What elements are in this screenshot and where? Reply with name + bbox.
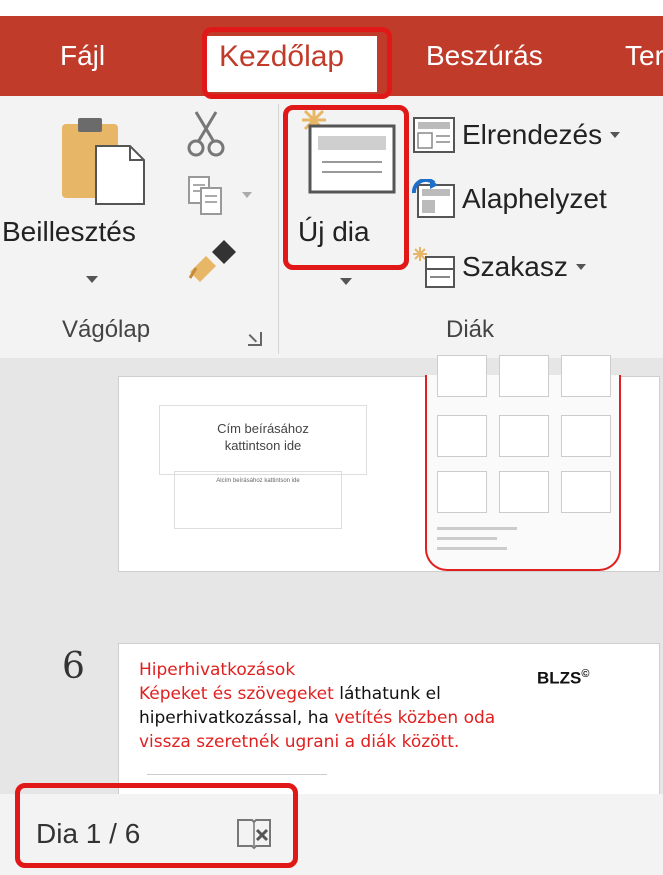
slide-text-line: hiperhivatkozással, ha vetítés közben od… [139,708,495,728]
section-dropdown-caret [575,264,586,270]
section-label: Szakasz [462,251,568,282]
slide-text-line: Képeket és szövegeket láthatunk el [139,684,441,704]
cut-icon[interactable] [186,110,226,158]
reset-button[interactable]: Alaphelyzet [412,174,607,224]
slides-group-label: Diák [446,316,495,343]
slide-text-line: Hiperhivatkozások [139,660,296,680]
highlight-home-tab [202,27,392,99]
slide-thumbnail-5[interactable]: Cím beírásához kattintson ide Alcím beír… [118,355,660,572]
section-icon [413,247,455,288]
slide-number-6: 6 [62,646,85,687]
slide-thumbnail-6[interactable]: Hiperhivatkozások Képeket és szövegeket … [118,643,660,803]
layout-button[interactable]: Elrendezés [412,110,621,160]
tab-design[interactable]: Ter [625,40,663,72]
new-slide-dropdown-caret [340,278,352,285]
layout-icon [413,117,455,153]
clipboard-dialog-launcher-icon[interactable] [248,332,262,346]
tab-file[interactable]: Fájl [60,40,105,72]
copy-button[interactable] [186,174,262,220]
layout-option [437,471,487,513]
group-separator [278,104,279,354]
layout-label: Elrendezés [462,119,603,150]
slide-text-black-span: láthatunk el [333,684,441,704]
blzs-logo: BLZS© [537,668,590,689]
title-placeholder-line2: kattintson ide [224,438,302,453]
format-painter-icon[interactable] [186,238,238,284]
layout-option [499,355,549,397]
layout-option [499,415,549,457]
layout-dropdown-caret [610,132,621,138]
layout-menu-line [437,527,517,530]
layout-menu-line [437,547,507,550]
layout-option [561,471,611,513]
slide-text-red-span: Képeket és szövegeket [139,684,334,704]
slide-text-line: vissza szeretnék ugrani a diák között. [139,732,460,752]
layout-option [561,355,611,397]
paste-icon [62,118,145,205]
paste-dropdown-caret [86,276,98,283]
paste-label: Beillesztés [2,216,136,247]
reset-icon [412,179,455,218]
layout-menu-line [437,537,497,540]
copy-dropdown-caret [242,192,252,198]
layout-option [561,415,611,457]
layout-option [499,471,549,513]
section-button[interactable]: Szakasz [412,242,586,292]
layout-gallery-panel [425,355,621,571]
highlight-status-bar [15,783,298,868]
subtitle-placeholder: Alcím beírásához kattintson ide [174,471,342,529]
copy-icon [188,176,222,215]
tab-insert[interactable]: Beszúrás [426,40,543,72]
title-placeholder: Cím beírásához kattintson ide [159,405,367,475]
paste-button[interactable]: Beillesztés [0,96,180,306]
title-placeholder-line1: Cím beírásához [217,421,309,436]
highlight-new-slide [283,105,409,270]
blzs-logo-mark: © [581,668,590,680]
layout-option [437,355,487,397]
slide-text-red-span: vetítés közben oda [334,708,496,728]
blzs-logo-text: BLZS [537,668,582,688]
reset-label: Alaphelyzet [462,183,607,214]
slide-text-black-span: hiperhivatkozással, ha [139,708,335,728]
clipboard-group-label: Vágólap [62,316,151,343]
layout-option [437,415,487,457]
